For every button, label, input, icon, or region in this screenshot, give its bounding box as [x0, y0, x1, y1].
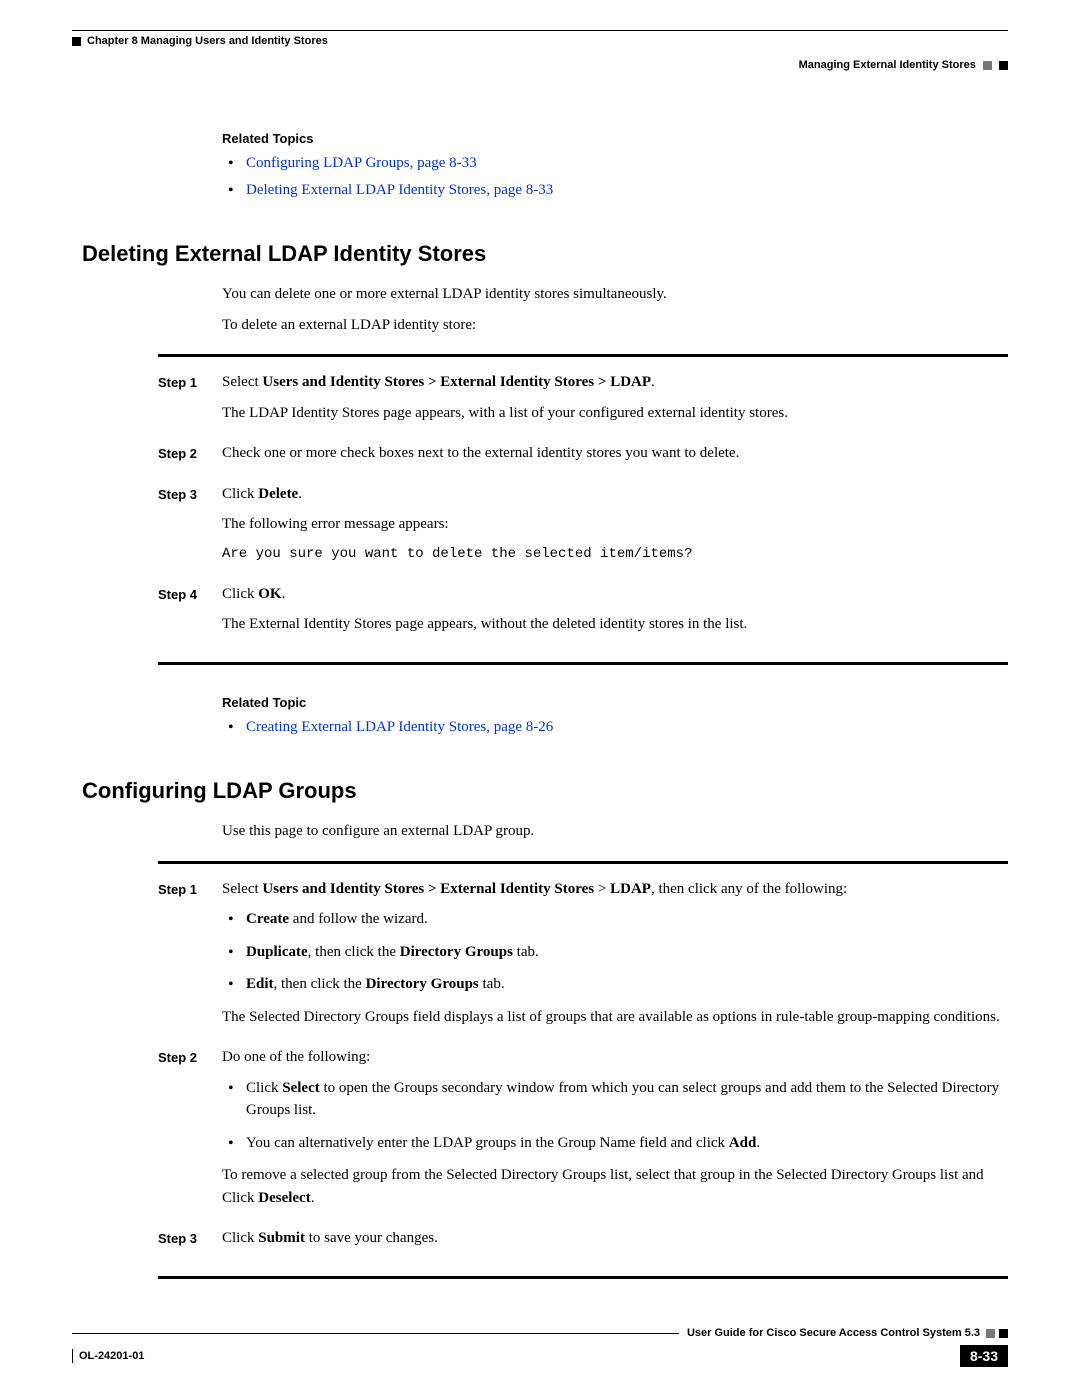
header-square-dark-2: [999, 61, 1008, 70]
steps-rule-bottom: [158, 1276, 1008, 1279]
section-title: Managing External Identity Stores: [799, 59, 976, 71]
related-topics-heading: Related Topics: [222, 131, 1008, 146]
header-square-mid: [983, 61, 992, 70]
page-footer: User Guide for Cisco Secure Access Contr…: [72, 1327, 1008, 1367]
footer-square-mid: [986, 1329, 995, 1338]
section-2-intro: Use this page to configure an external L…: [222, 820, 1008, 843]
step-text: Select Users and Identity Stores > Exter…: [222, 878, 1008, 901]
step-label: Step 3: [158, 1227, 222, 1258]
running-header: Chapter 8 Managing Users and Identity St…: [72, 35, 1008, 47]
bullet-item: You can alternatively enter the LDAP gro…: [246, 1132, 1008, 1155]
related-topics-2: Related Topic Creating External LDAP Ide…: [222, 695, 1008, 739]
para: You can delete one or more external LDAP…: [222, 283, 1008, 306]
step-text: Click Submit to save your changes.: [222, 1227, 1008, 1250]
step-body: Check one or more check boxes next to th…: [222, 442, 1008, 473]
xref-link[interactable]: Configuring LDAP Groups, page 8-33: [246, 155, 477, 171]
bullet-item: Click Select to open the Groups secondar…: [246, 1077, 1008, 1122]
heading-configuring-ldap-groups: Configuring LDAP Groups: [82, 778, 1008, 804]
guide-title: User Guide for Cisco Secure Access Contr…: [687, 1327, 980, 1339]
step-text: Check one or more check boxes next to th…: [222, 442, 1008, 465]
step-label: Step 2: [158, 442, 222, 473]
step-label: Step 1: [158, 371, 222, 432]
related-topics-1: Related Topics Configuring LDAP Groups, …: [222, 131, 1008, 201]
related-link-item: Configuring LDAP Groups, page 8-33: [246, 152, 1008, 175]
step-body: Select Users and Identity Stores > Exter…: [222, 878, 1008, 1037]
bullet-item: Edit, then click the Directory Groups ta…: [246, 973, 1008, 996]
step-row: Step 2 Do one of the following: Click Se…: [158, 1046, 1008, 1217]
step-label: Step 2: [158, 1046, 222, 1217]
step-text: The External Identity Stores page appear…: [222, 613, 1008, 636]
step-text: The LDAP Identity Stores page appears, w…: [222, 402, 1008, 425]
steps-rule-bottom: [158, 662, 1008, 665]
header-square-dark: [72, 37, 81, 46]
para: Use this page to configure an external L…: [222, 820, 1008, 843]
step-text: The Selected Directory Groups field disp…: [222, 1006, 1008, 1029]
header-rule: [72, 30, 1008, 31]
step-text: To remove a selected group from the Sele…: [222, 1164, 1008, 1209]
footer-square-dark: [999, 1329, 1008, 1338]
step-text: Are you sure you want to delete the sele…: [222, 544, 1008, 565]
footer-rule: [72, 1349, 73, 1363]
xref-link[interactable]: Creating External LDAP Identity Stores, …: [246, 719, 553, 735]
step-body: Do one of the following: Click Select to…: [222, 1046, 1008, 1217]
step-row: Step 3 Click Submit to save your changes…: [158, 1227, 1008, 1258]
section-1-intro: You can delete one or more external LDAP…: [222, 283, 1008, 336]
bullet-item: Create and follow the wizard.: [246, 908, 1008, 931]
chapter-title: Chapter 8 Managing Users and Identity St…: [87, 35, 328, 47]
step-body: Select Users and Identity Stores > Exter…: [222, 371, 1008, 432]
related-topic-heading: Related Topic: [222, 695, 1008, 710]
step-row: Step 1Select Users and Identity Stores >…: [158, 371, 1008, 432]
step-body: Click Delete. The following error message…: [222, 483, 1008, 573]
step-body: Click OK. The External Identity Stores pa…: [222, 583, 1008, 644]
step-text: The following error message appears:: [222, 513, 1008, 536]
doc-number: OL-24201-01: [79, 1350, 144, 1362]
step-body: Click Submit to save your changes.: [222, 1227, 1008, 1258]
page-number-badge: 8-33: [960, 1345, 1008, 1367]
related-link-item: Deleting External LDAP Identity Stores, …: [246, 179, 1008, 202]
step-text: Do one of the following:: [222, 1046, 1008, 1069]
step-row: Step 4Click OK. The External Identity Sto…: [158, 583, 1008, 644]
steps-section-1: Step 1Select Users and Identity Stores >…: [158, 354, 1008, 665]
heading-deleting-ldap: Deleting External LDAP Identity Stores: [82, 241, 1008, 267]
steps-rule-top: [158, 354, 1008, 357]
steps-section-2: Step 1 Select Users and Identity Stores …: [158, 861, 1008, 1279]
para: To delete an external LDAP identity stor…: [222, 314, 1008, 337]
xref-link[interactable]: Deleting External LDAP Identity Stores, …: [246, 182, 553, 198]
step-label: Step 3: [158, 483, 222, 573]
section-header: Managing External Identity Stores: [72, 59, 1008, 71]
step-row: Step 3Click Delete. The following error m…: [158, 483, 1008, 573]
steps-rule-top: [158, 861, 1008, 864]
step-text: Click Delete.: [222, 483, 1008, 506]
bullet-item: Duplicate, then click the Directory Grou…: [246, 941, 1008, 964]
step-text: Select Users and Identity Stores > Exter…: [222, 371, 1008, 394]
step-label: Step 1: [158, 878, 222, 1037]
step-label: Step 4: [158, 583, 222, 644]
step-row: Step 1 Select Users and Identity Stores …: [158, 878, 1008, 1037]
step-text: Click OK.: [222, 583, 1008, 606]
related-link-item: Creating External LDAP Identity Stores, …: [246, 716, 1008, 739]
step-row: Step 2Check one or more check boxes next…: [158, 442, 1008, 473]
